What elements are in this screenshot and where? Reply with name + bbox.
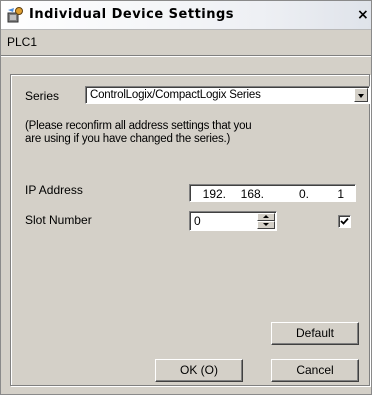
title-bar[interactable]: Individual Device Settings × <box>1 1 371 30</box>
default-button[interactable]: Default <box>271 322 359 345</box>
close-icon[interactable]: × <box>357 7 371 23</box>
series-label: Series <box>25 89 60 103</box>
note-line: are using if you have changed the series… <box>25 133 231 145</box>
check-icon <box>340 217 349 225</box>
window-title: Individual Device Settings <box>29 7 235 22</box>
slot-number-label: Slot Number <box>25 213 92 227</box>
ip-octet-2[interactable]: 168. <box>236 187 264 201</box>
ip-octet-1[interactable]: 192. <box>198 187 226 201</box>
series-change-note: (Please reconfirm all address settings t… <box>25 120 315 146</box>
device-settings-icon <box>7 7 23 23</box>
series-selected-value: ControlLogix/CompactLogix Series <box>90 89 261 101</box>
note-line: (Please reconfirm all address settings t… <box>25 120 252 132</box>
individual-device-settings-window: Individual Device Settings × PLC1 Series… <box>0 0 372 395</box>
device-name-label: PLC1 <box>7 35 38 49</box>
slot-number-value[interactable]: 0 <box>194 214 201 228</box>
spin-up-icon[interactable] <box>257 213 275 221</box>
chevron-down-icon[interactable] <box>354 88 368 102</box>
series-select[interactable]: ControlLogix/CompactLogix Series <box>85 86 370 104</box>
ok-button[interactable]: OK (O) <box>155 359 243 382</box>
header-divider-highlight <box>1 56 371 57</box>
ip-address-label: IP Address <box>25 183 83 197</box>
ip-octet-4[interactable]: 1 <box>316 187 344 201</box>
ip-address-field[interactable]: 192. 168. 0. 1 <box>189 184 356 202</box>
cancel-button[interactable]: Cancel <box>271 359 359 382</box>
slot-number-stepper[interactable]: 0 <box>189 211 277 231</box>
spin-down-icon[interactable] <box>257 221 275 229</box>
ip-octet-3[interactable]: 0. <box>281 187 309 201</box>
slot-number-checkbox[interactable] <box>338 215 351 228</box>
